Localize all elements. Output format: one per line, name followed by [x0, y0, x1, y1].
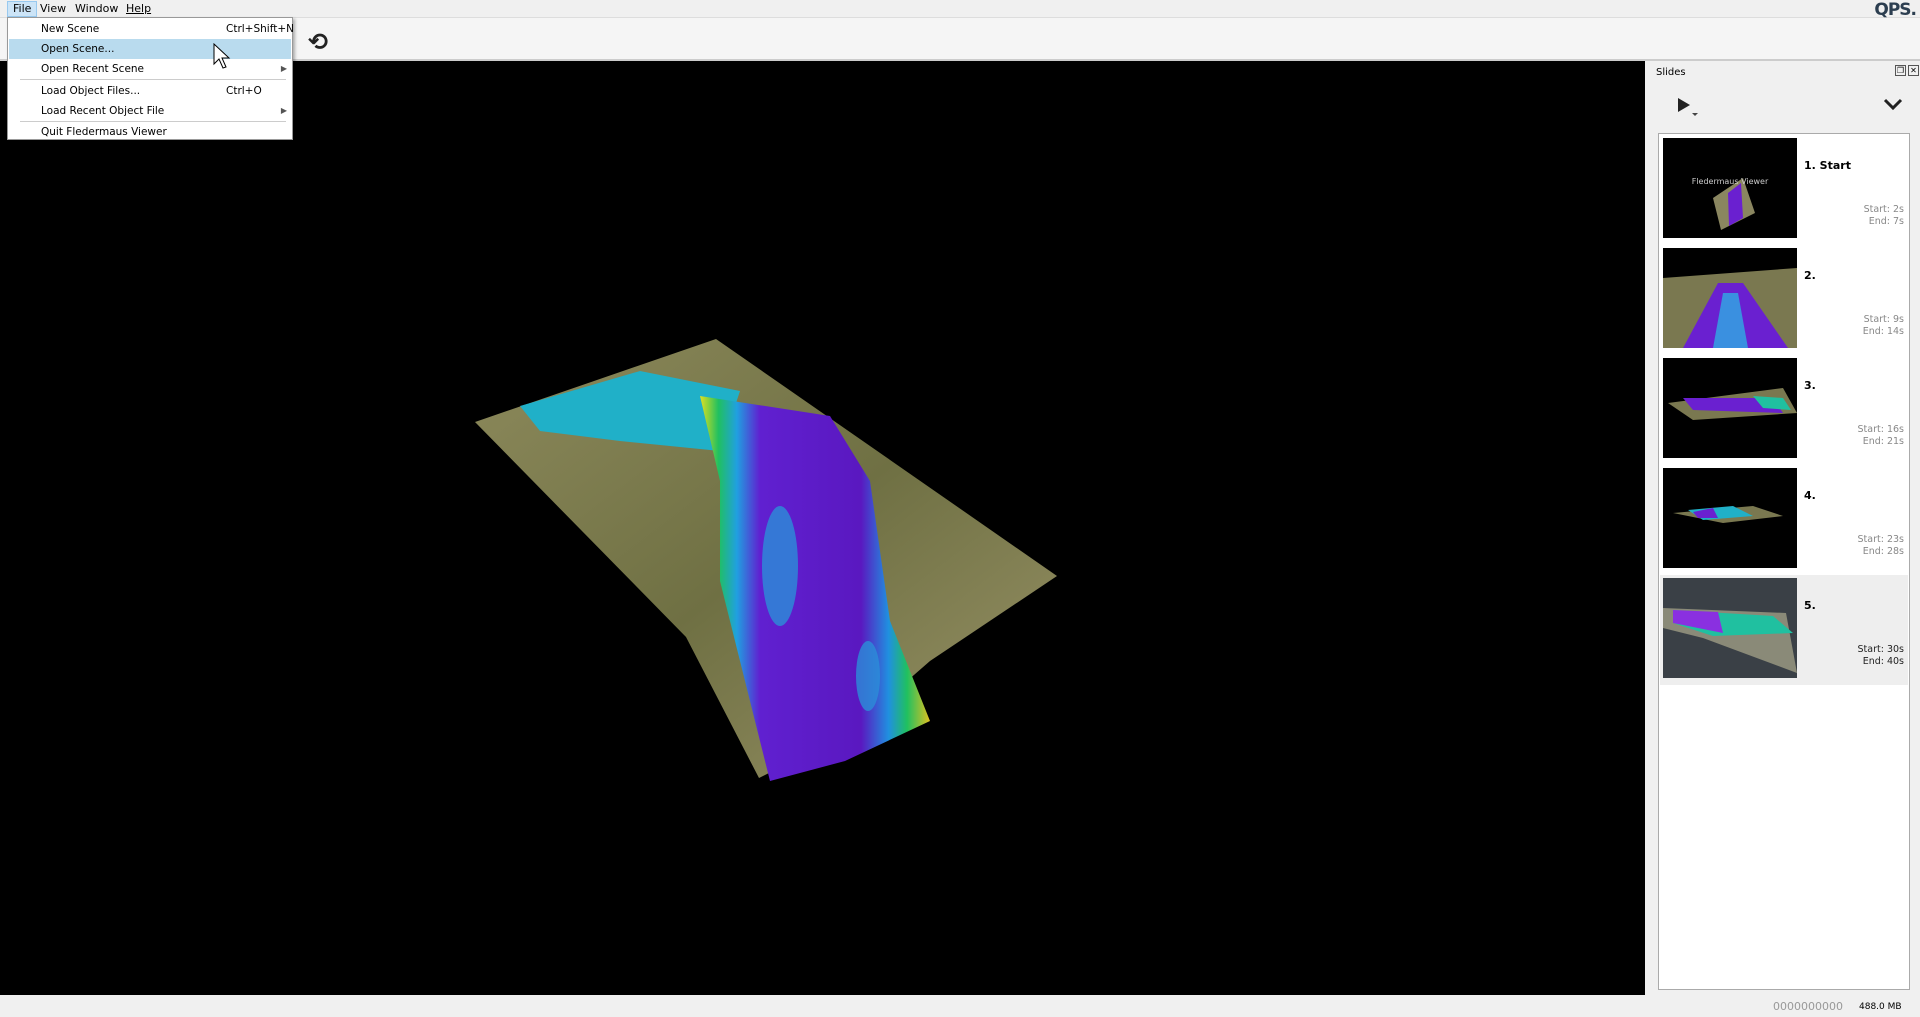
- menu-item-open-recent-scene[interactable]: Open Recent Scene ▶: [9, 59, 291, 79]
- submenu-arrow-icon: ▶: [280, 64, 287, 73]
- file-menu-dropdown: New Scene Ctrl+Shift+N Open Scene... Open…: [7, 17, 294, 142]
- memory-usage: 488.0 MB: [1859, 1002, 1902, 1012]
- menu-item-label: Open Scene...: [41, 43, 115, 55]
- slide-thumbnail: Fledermaus Viewer: [1663, 138, 1797, 238]
- shortcut: Ctrl+Shift+N: [226, 23, 294, 35]
- slide-item[interactable]: 3. Start: 16s End: 21s: [1660, 355, 1908, 465]
- slide-item[interactable]: Fledermaus Viewer 1. Start Start: 2s End: 7…: [1660, 135, 1908, 245]
- slide-item[interactable]: 4. Start: 23s End: 28s: [1660, 465, 1908, 575]
- slide-times: Start: 30s End: 40s: [1858, 644, 1904, 668]
- slide-start: Start: 9s: [1863, 314, 1904, 325]
- menu-item-label: Load Recent Object File: [41, 105, 165, 117]
- rotate-icon[interactable]: ⟲: [308, 28, 328, 56]
- menu-item-new-scene[interactable]: New Scene Ctrl+Shift+N: [9, 19, 294, 39]
- slide-name: 1. Start: [1804, 159, 1851, 172]
- progress-indicator: 0000000000: [1773, 1000, 1843, 1013]
- slide-item[interactable]: 5. Start: 30s End: 40s: [1660, 575, 1908, 685]
- slide-times: Start: 16s End: 21s: [1858, 424, 1904, 448]
- play-icon[interactable]: [1671, 95, 1699, 117]
- panel-title: Slides: [1656, 67, 1686, 78]
- slide-times: Start: 23s End: 28s: [1858, 534, 1904, 558]
- slides-list: Fledermaus Viewer 1. Start Start: 2s End: 7…: [1658, 133, 1910, 990]
- slide-name: 3.: [1804, 379, 1816, 392]
- menu-item-label: Quit Fledermaus Viewer: [41, 126, 167, 138]
- thumb-caption: Fledermaus Viewer: [1692, 177, 1769, 186]
- slide-item[interactable]: 2. Start: 9s End: 14s: [1660, 245, 1908, 355]
- menu-window[interactable]: Window: [70, 1, 123, 17]
- menu-file[interactable]: File: [7, 1, 38, 17]
- slide-times: Start: 9s End: 14s: [1863, 314, 1904, 338]
- slide-end: End: 14s: [1862, 326, 1904, 337]
- slide-start: Start: 23s: [1857, 534, 1904, 545]
- menu-item-open-scene[interactable]: Open Scene...: [9, 39, 291, 59]
- slide-thumbnail: [1663, 468, 1797, 568]
- mouse-cursor-icon: [213, 43, 231, 69]
- submenu-arrow-icon: ▶: [280, 106, 287, 115]
- menu-item-load-recent-object-file[interactable]: Load Recent Object File ▶: [9, 101, 291, 121]
- 3d-viewport[interactable]: [0, 61, 1645, 995]
- slide-start: Start: 2s: [1863, 204, 1904, 215]
- terrain-render: [475, 339, 1057, 781]
- slide-end: End: 28s: [1862, 546, 1904, 557]
- menu-item-load-object-files[interactable]: Load Object Files... Ctrl+O: [9, 81, 291, 101]
- slide-end: End: 21s: [1862, 436, 1904, 447]
- menu-bar: File View Window Help QPS.: [0, 0, 1920, 20]
- menu-item-label: Load Object Files...: [41, 85, 141, 97]
- menu-item-label: New Scene: [41, 23, 100, 35]
- slide-end: End: 40s: [1862, 656, 1904, 667]
- slide-name: 2.: [1804, 269, 1816, 282]
- shortcut: Ctrl+O: [226, 85, 262, 97]
- float-panel-icon[interactable]: ❐: [1895, 65, 1906, 76]
- slide-times: Start: 2s End: 7s: [1864, 204, 1904, 228]
- menu-help[interactable]: Help: [121, 1, 156, 17]
- chevron-down-icon[interactable]: [1883, 97, 1903, 111]
- slides-panel: Slides ❐ ✕ Fledermaus Viewer 1. Start Star…: [1647, 61, 1920, 995]
- slide-thumbnail: [1663, 578, 1797, 678]
- close-panel-icon[interactable]: ✕: [1908, 65, 1919, 76]
- slide-end: End: 7s: [1868, 216, 1904, 227]
- slide-start: Start: 30s: [1857, 644, 1904, 655]
- status-bar: 0000000000 488.0 MB: [0, 995, 1920, 1017]
- slide-start: Start: 16s: [1857, 424, 1904, 435]
- qps-logo: QPS.: [1874, 0, 1917, 20]
- menu-item-label: Open Recent Scene: [41, 63, 145, 75]
- slide-thumbnail: [1663, 248, 1797, 348]
- menu-separator: [20, 79, 286, 80]
- menu-item-quit[interactable]: Quit Fledermaus Viewer: [9, 122, 291, 142]
- slide-name: 4.: [1804, 489, 1816, 502]
- slide-name: 5.: [1804, 599, 1816, 612]
- menu-view[interactable]: View: [35, 1, 71, 17]
- slide-thumbnail: [1663, 358, 1797, 458]
